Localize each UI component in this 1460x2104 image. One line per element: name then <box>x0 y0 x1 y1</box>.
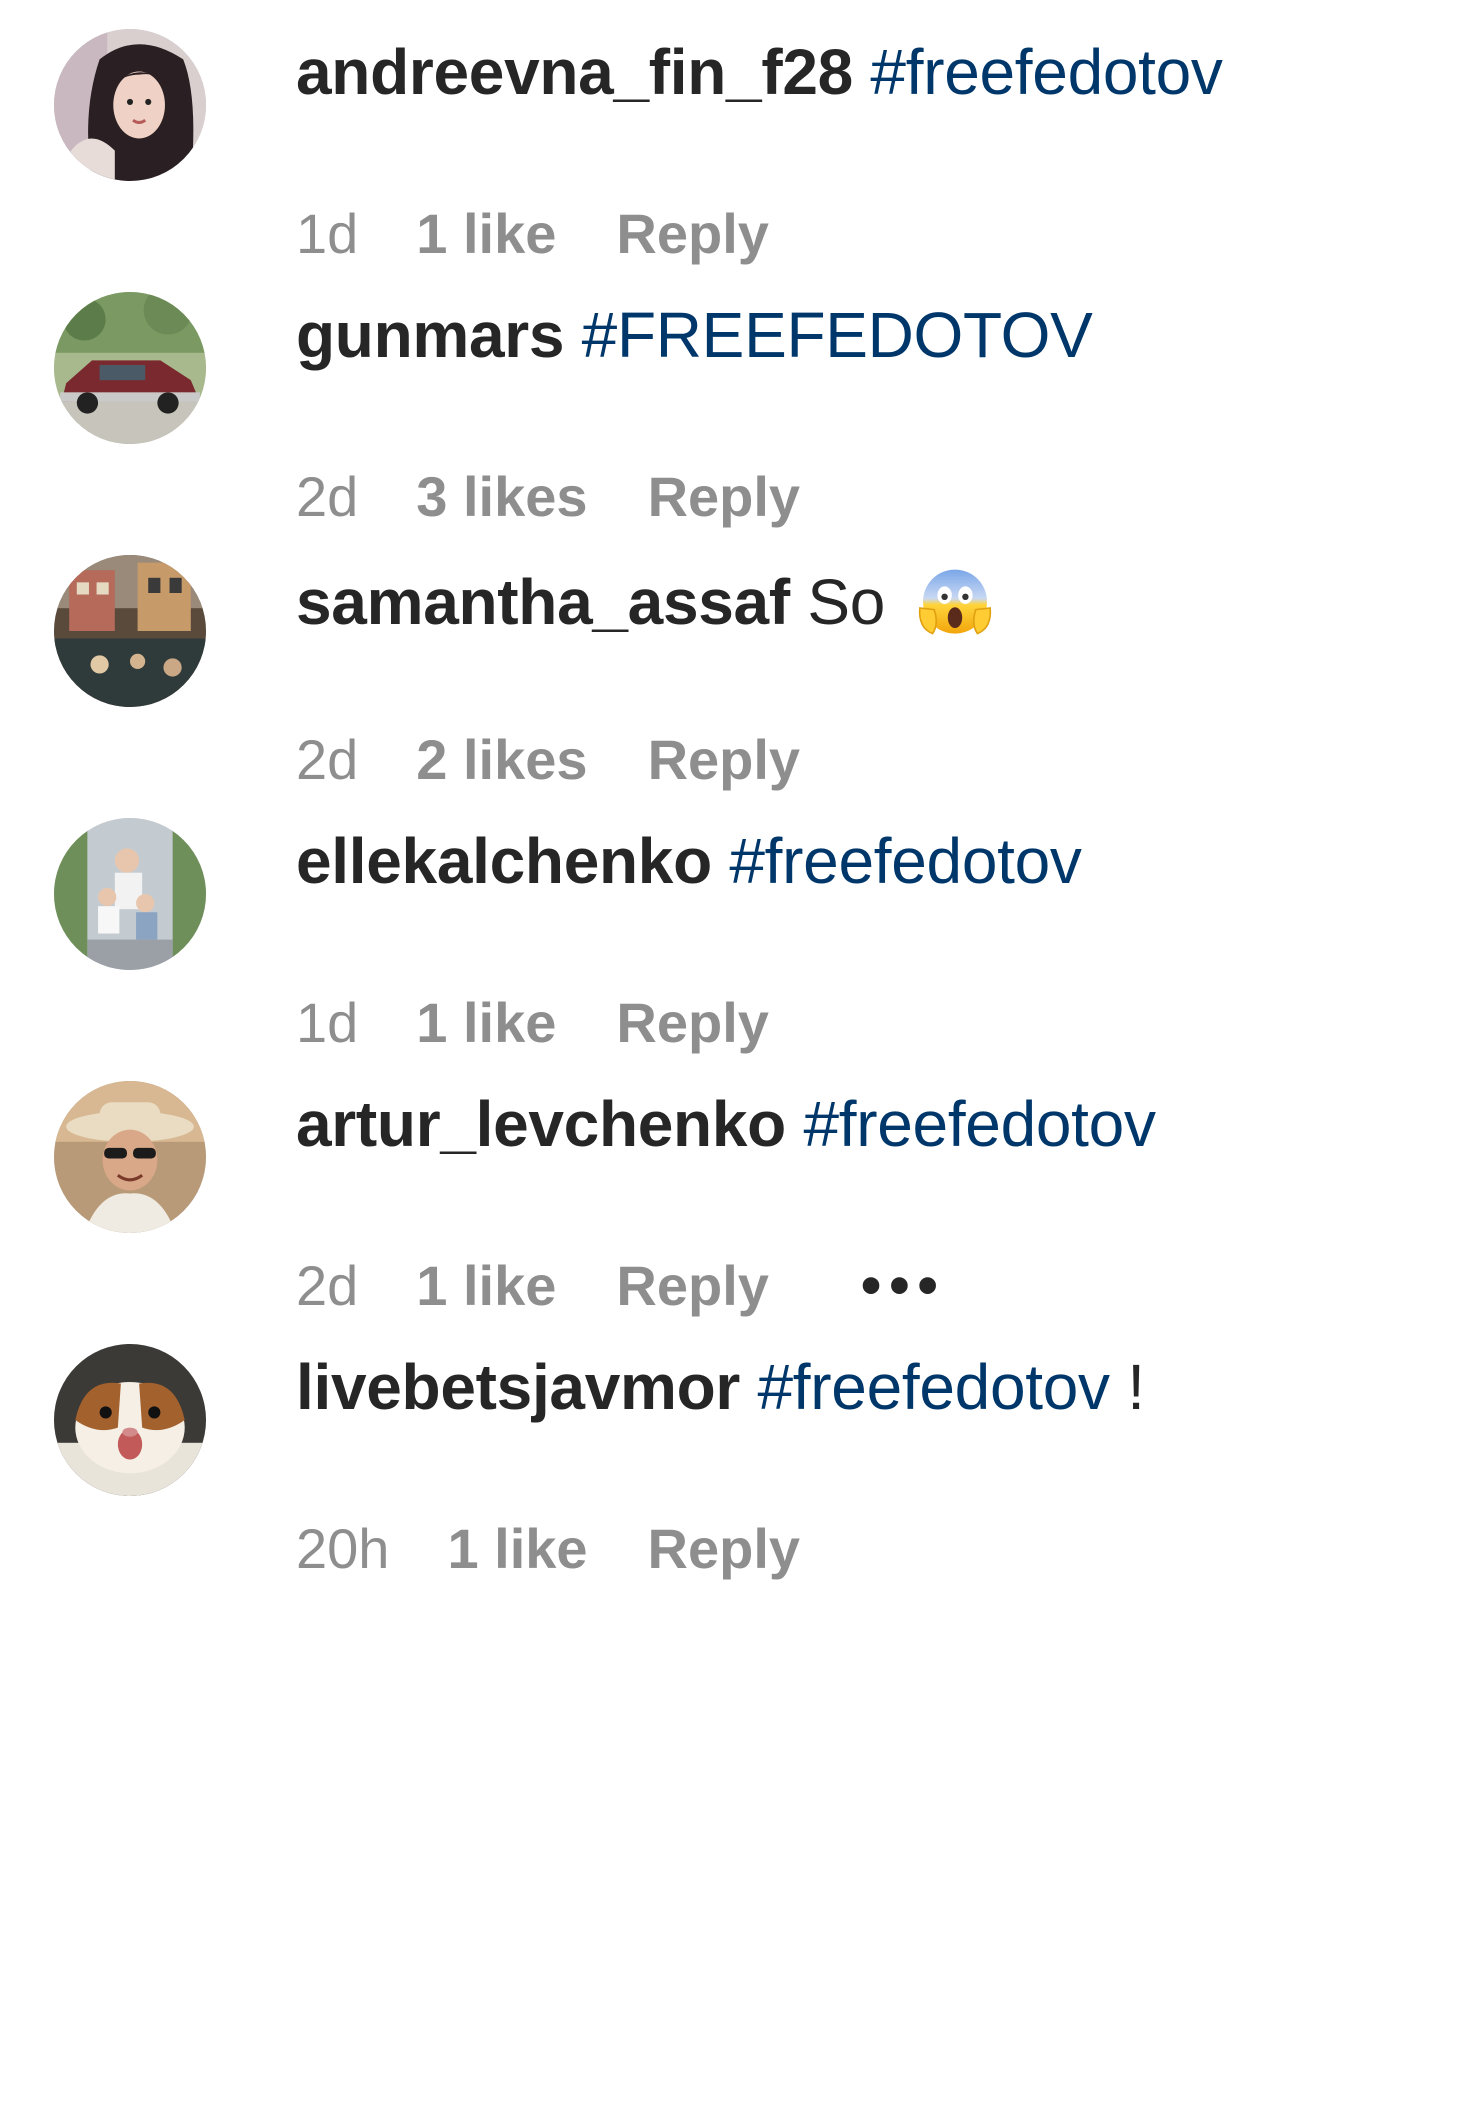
comment-time[interactable]: 2d <box>296 1251 358 1321</box>
avatar-guinea-pig-icon[interactable] <box>54 1344 206 1496</box>
avatar-image <box>54 292 206 444</box>
comment-likes[interactable]: 1 like <box>416 199 556 269</box>
comment-username[interactable]: ellekalchenko <box>296 825 712 897</box>
comment-likes[interactable]: 2 likes <box>416 725 587 795</box>
comment-item: samantha_assaf So 2d 2 likes Reply <box>0 526 1460 826</box>
comment-likes[interactable]: 1 like <box>416 988 556 1058</box>
avatar-red-car-icon[interactable] <box>54 292 206 444</box>
comment-meta: 2d 3 likes Reply <box>296 458 800 532</box>
reply-button[interactable]: Reply <box>616 1251 769 1321</box>
comment-time[interactable]: 2d <box>296 725 358 795</box>
comment-text-line: livebetsjavmor #freefedotov ! <box>296 1349 1145 1425</box>
comment-text: So <box>807 566 886 638</box>
comment-username[interactable]: livebetsjavmor <box>296 1351 740 1423</box>
comment-item: artur_levchenko #freefedotov 2d 1 like Rep… <box>0 1052 1460 1352</box>
avatar-image <box>54 1081 206 1233</box>
reply-button[interactable]: Reply <box>648 462 801 532</box>
comment-likes[interactable]: 3 likes <box>416 462 587 532</box>
comment-time[interactable]: 2d <box>296 462 358 532</box>
comment-item: ellekalchenko #freefedotov 1d 1 like Reply <box>0 789 1460 1089</box>
comment-username[interactable]: gunmars <box>296 299 564 371</box>
comment-meta: 20h 1 like Reply <box>296 1510 800 1584</box>
avatar-image <box>54 29 206 181</box>
comment-hashtag[interactable]: #FREEFEDOTOV <box>582 299 1093 371</box>
comment-meta: 1d 1 like Reply <box>296 195 769 269</box>
comment-text-line: gunmars #FREEFEDOTOV <box>296 297 1093 373</box>
comment-list: andreevna_fin_f28 #freefedotov 1d 1 like R… <box>0 0 1460 2104</box>
reply-button[interactable]: Reply <box>616 988 769 1058</box>
avatar-woman-dark-hair-icon[interactable] <box>54 29 206 181</box>
comment-time[interactable]: 20h <box>296 1514 389 1584</box>
comment-time[interactable]: 1d <box>296 199 358 269</box>
avatar-image <box>54 1344 206 1496</box>
comment-item: gunmars #FREEFEDOTOV 2d 3 likes Reply <box>0 263 1460 563</box>
avatar-man-hat-sunglasses-icon[interactable] <box>54 1081 206 1233</box>
more-options-icon[interactable]: ••• <box>861 1251 946 1321</box>
avatar-street-scene-icon[interactable] <box>54 555 206 707</box>
reply-button[interactable]: Reply <box>616 199 769 269</box>
comment-item: livebetsjavmor #freefedotov ! 20h 1 like R… <box>0 1315 1460 1615</box>
reply-button[interactable]: Reply <box>648 725 801 795</box>
comment-item: andreevna_fin_f28 #freefedotov 1d 1 like R… <box>0 0 1460 300</box>
comment-meta: 2d 2 likes Reply <box>296 721 800 795</box>
comment-text: ! <box>1127 1351 1145 1423</box>
comment-meta: 2d 1 like Reply ••• <box>296 1247 946 1321</box>
comment-hashtag[interactable]: #freefedotov <box>758 1351 1111 1423</box>
comment-hashtag[interactable]: #freefedotov <box>803 1088 1156 1160</box>
avatar-family-photo-icon[interactable] <box>54 818 206 970</box>
comment-text-line: artur_levchenko #freefedotov <box>296 1086 1156 1162</box>
comment-username[interactable]: andreevna_fin_f28 <box>296 36 853 108</box>
reply-button[interactable]: Reply <box>648 1514 801 1584</box>
comment-likes[interactable]: 1 like <box>447 1514 587 1584</box>
comment-hashtag[interactable]: #freefedotov <box>729 825 1082 897</box>
avatar-image <box>54 818 206 970</box>
comment-username[interactable]: artur_levchenko <box>296 1088 786 1160</box>
comment-time[interactable]: 1d <box>296 988 358 1058</box>
face-screaming-in-fear-icon <box>918 569 991 635</box>
comment-text-line: andreevna_fin_f28 #freefedotov <box>296 34 1223 110</box>
comment-hashtag[interactable]: #freefedotov <box>870 36 1223 108</box>
comment-meta: 1d 1 like Reply <box>296 984 769 1058</box>
comment-likes[interactable]: 1 like <box>416 1251 556 1321</box>
comment-text-line: ellekalchenko #freefedotov <box>296 823 1082 899</box>
comment-username[interactable]: samantha_assaf <box>296 566 790 638</box>
avatar-image <box>54 555 206 707</box>
comment-text-line: samantha_assaf So <box>296 560 995 640</box>
